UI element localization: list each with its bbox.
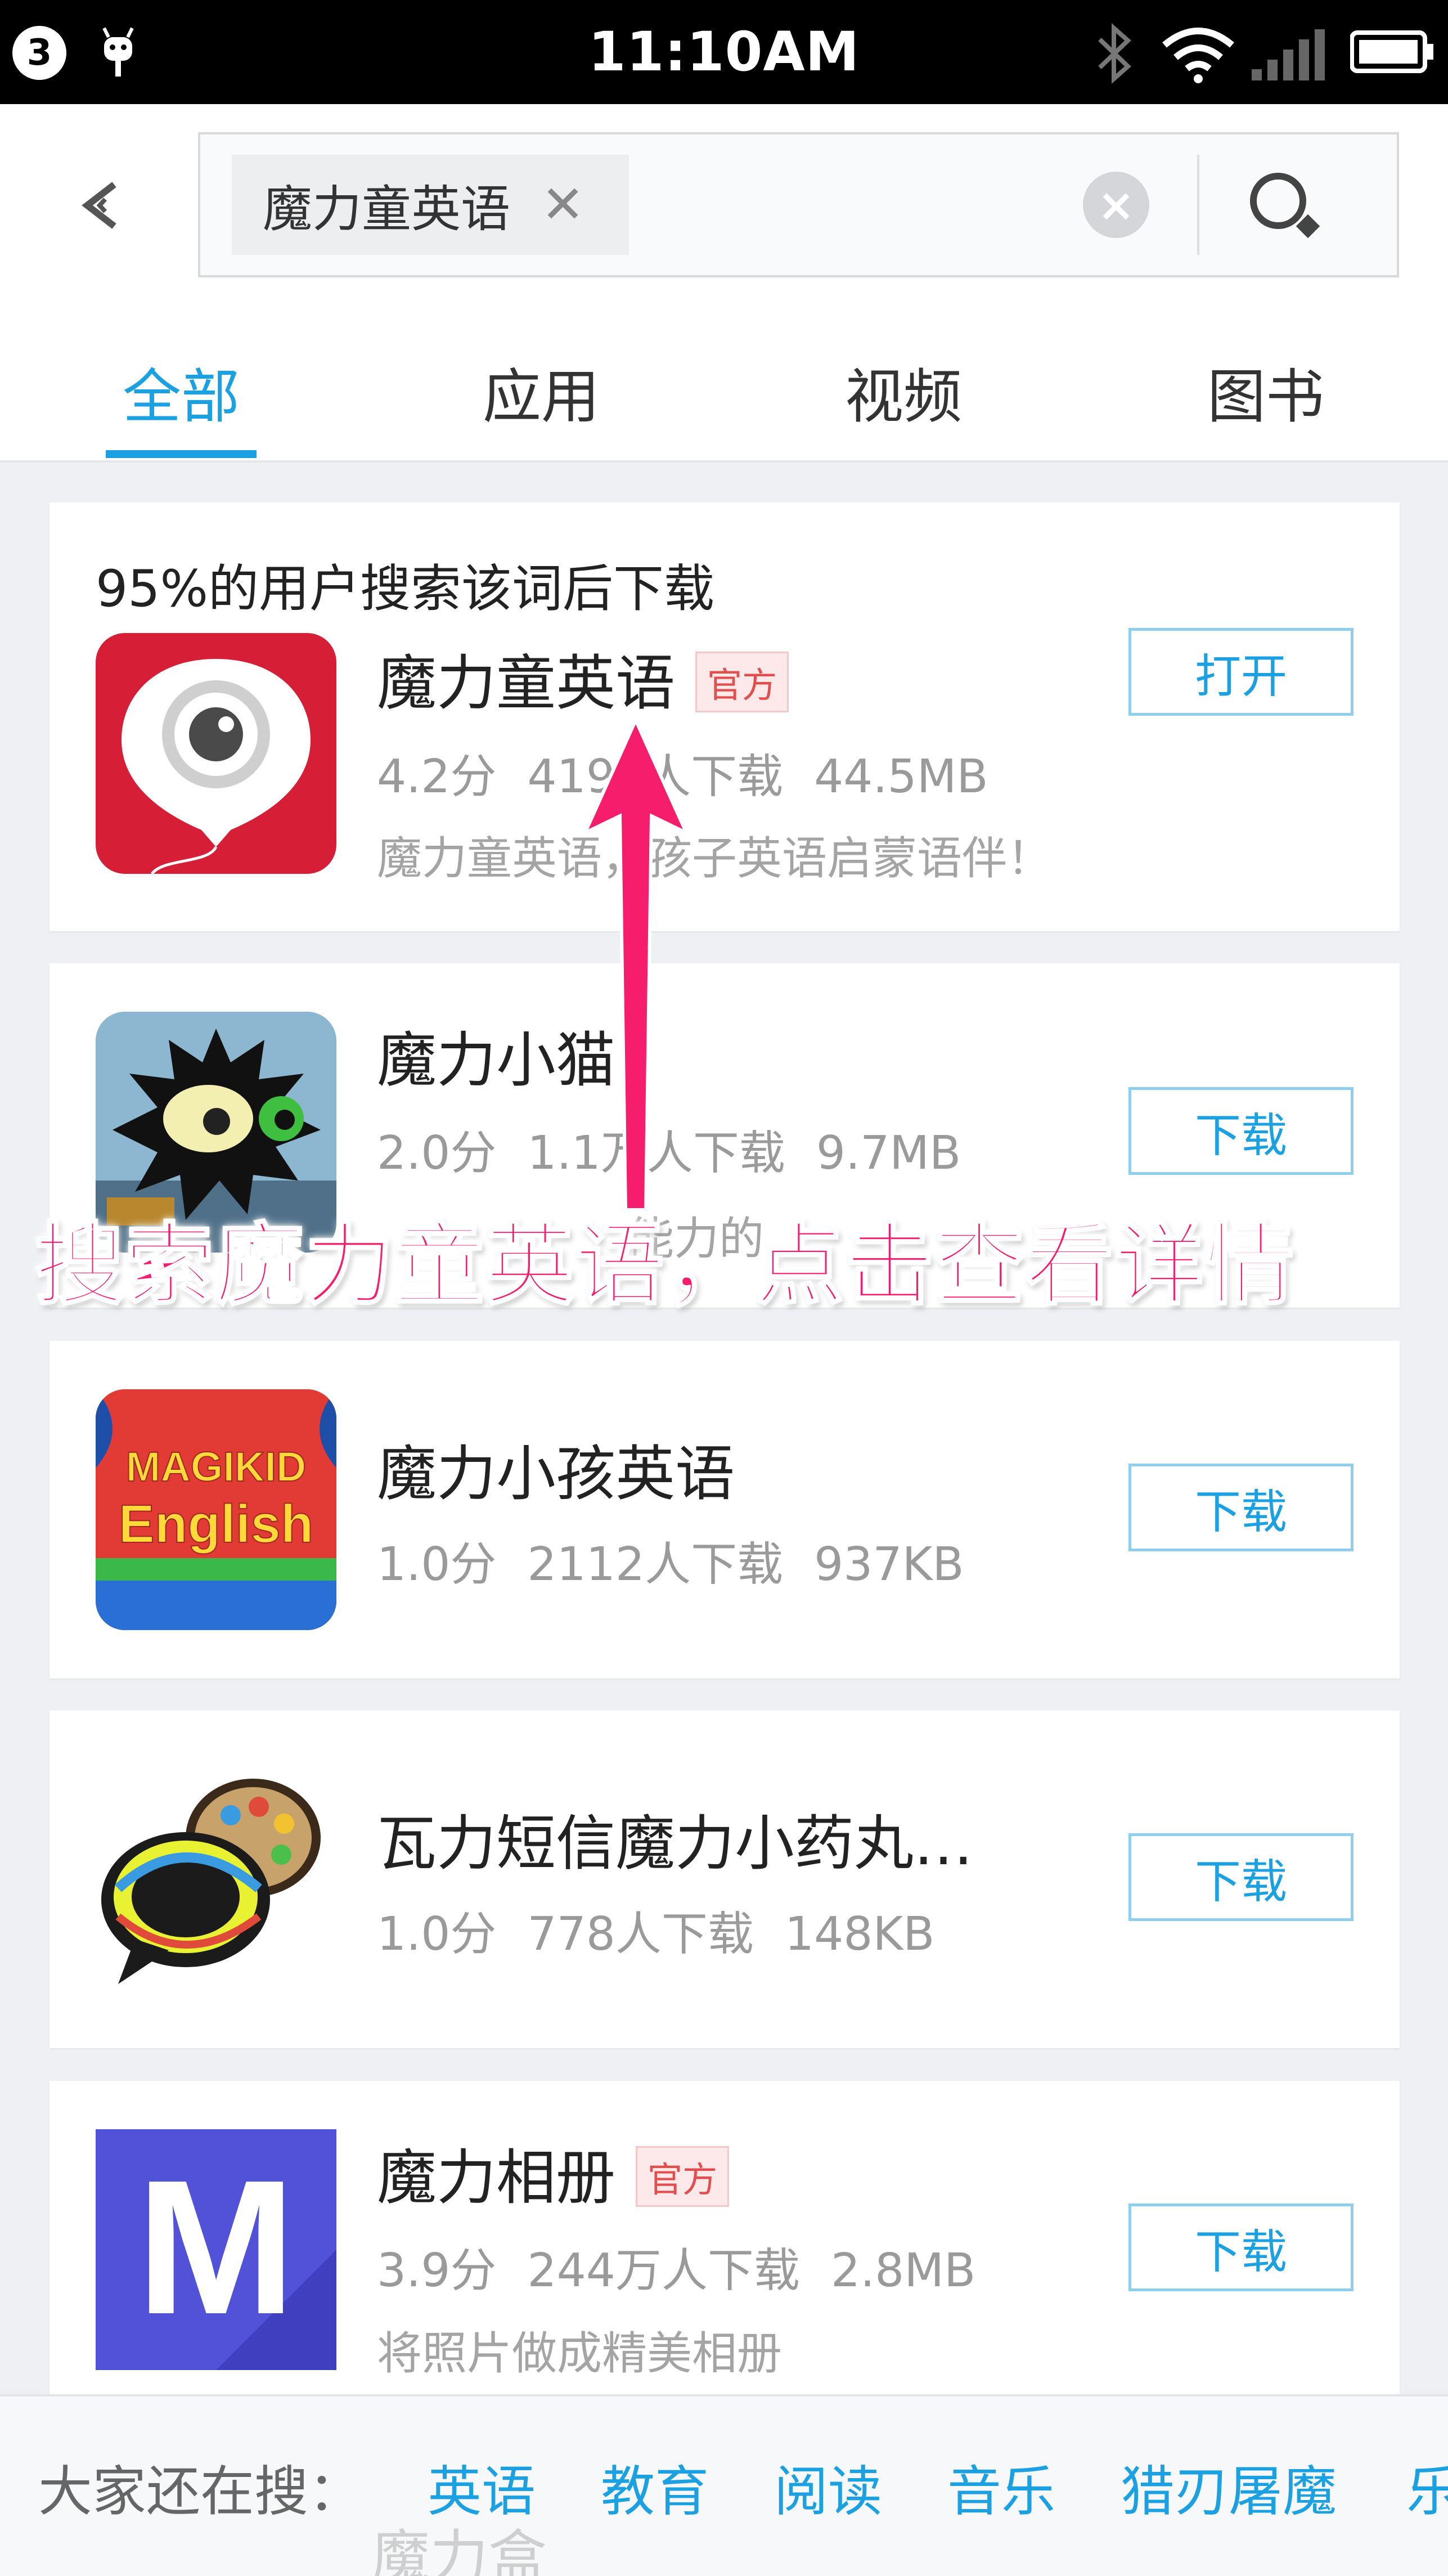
header-divider bbox=[0, 460, 1448, 463]
cell-signal-icon bbox=[1252, 29, 1325, 80]
annotation-arrow-icon bbox=[581, 720, 690, 1211]
category-tabs: 全部 应用 视频 图书 bbox=[0, 321, 1448, 461]
partial-app-name: 魔力盒 bbox=[371, 2523, 547, 2576]
app-name-text: 魔力童英语 bbox=[377, 649, 675, 718]
icon-english-text: English bbox=[118, 1493, 314, 1555]
clear-search-button[interactable]: × bbox=[1083, 172, 1149, 238]
query-chip-text: 魔力童英语 bbox=[263, 179, 511, 238]
chip-remove-icon[interactable]: ✕ bbox=[541, 179, 584, 231]
bluetooth-icon bbox=[1098, 23, 1131, 84]
tab-books[interactable]: 图书 bbox=[1158, 321, 1374, 461]
back-arrow-icon bbox=[82, 182, 116, 229]
app-meta: 4.2分4196人下载44.5MB bbox=[377, 739, 1019, 806]
magikid-english-icon: MAGIKID English bbox=[96, 1389, 336, 1630]
icon-m-letter: M bbox=[136, 2140, 296, 2354]
open-button[interactable]: 打开 bbox=[1128, 628, 1353, 716]
app-card[interactable]: 瓦力短信魔力小药丸… 1.0分 778人下载 148KB 下载 bbox=[50, 1711, 1400, 2048]
tab-all[interactable]: 全部 bbox=[73, 321, 289, 461]
top-result-card[interactable]: 95%的用户搜索该词后下载 魔力童英语官方 4.2分4196人下载44.5MB … bbox=[50, 502, 1400, 931]
app-size: 937KB bbox=[814, 1538, 964, 1591]
related-search-link[interactable]: 乐 bbox=[1406, 2448, 1448, 2526]
app-rating: 4.2分 bbox=[377, 750, 497, 804]
related-searches-label: 大家还在搜： bbox=[38, 2460, 362, 2523]
app-name: 魔力童英语 官方 bbox=[377, 635, 789, 721]
search-icon[interactable] bbox=[1243, 166, 1328, 245]
app-description: 魔力童英语，孩子英语启蒙语伴！ bbox=[377, 832, 1052, 885]
battery-icon bbox=[1350, 30, 1433, 73]
app-name: 瓦力短信魔力小药丸… bbox=[377, 1809, 973, 1878]
tab-apps[interactable]: 应用 bbox=[433, 321, 649, 461]
search-query-chip[interactable]: 魔力童英语 ✕ bbox=[232, 155, 629, 255]
app-downloads: 778人下载 bbox=[527, 1908, 754, 1961]
app-meta: 3.9分 244万人下载 2.8MB bbox=[377, 2233, 1006, 2300]
search-divider bbox=[1197, 155, 1199, 255]
download-button[interactable]: 下载 bbox=[1128, 1087, 1353, 1175]
related-search-link[interactable]: 教育 bbox=[601, 2448, 709, 2526]
app-rating: 2.0分 bbox=[377, 1127, 497, 1180]
app-downloads: 2112人下载 bbox=[527, 1538, 784, 1591]
icon-magikid-text: MAGIKID bbox=[125, 1443, 307, 1491]
app-size: 9.7MB bbox=[816, 1127, 961, 1180]
album-m-icon: M bbox=[96, 2129, 336, 2370]
download-hint: 95%的用户搜索该词后下载 bbox=[96, 559, 715, 618]
official-badge: 官方 bbox=[695, 652, 789, 713]
app-rating: 1.0分 bbox=[377, 1538, 497, 1591]
app-meta: 1.0分 778人下载 148KB bbox=[377, 1896, 965, 1963]
app-downloads: 244万人下载 bbox=[527, 2244, 800, 2297]
app-rating: 3.9分 bbox=[377, 2244, 497, 2297]
app-size: 148KB bbox=[784, 1908, 935, 1961]
chat-bubble-palette-icon bbox=[96, 1759, 336, 2000]
download-button[interactable]: 下载 bbox=[1128, 1833, 1353, 1921]
app-name: 魔力相册 官方 bbox=[377, 2129, 730, 2216]
download-button[interactable]: 下载 bbox=[1128, 1464, 1353, 1551]
app-card[interactable]: M 魔力相册 官方 3.9分 244万人下载 2.8MB 将照片做成精美相册 下载 bbox=[50, 2081, 1400, 2430]
app-size: 2.8MB bbox=[830, 2244, 976, 2297]
app-size: 44.5MB bbox=[814, 750, 988, 804]
wifi-icon bbox=[1162, 28, 1234, 83]
app-rating: 1.0分 bbox=[377, 1908, 497, 1961]
app-card[interactable]: MAGIKID English 魔力小孩英语 1.0分 2112人下载 937KB … bbox=[50, 1341, 1400, 1679]
app-description: 将照片做成精美相册 bbox=[377, 2327, 782, 2380]
download-button[interactable]: 下载 bbox=[1128, 2203, 1353, 2291]
related-search-link[interactable]: 音乐 bbox=[947, 2448, 1055, 2526]
related-search-link[interactable]: 猎刃屠魔 bbox=[1121, 2448, 1337, 2526]
related-search-link[interactable]: 阅读 bbox=[774, 2448, 882, 2526]
app-name: 魔力小孩英语 bbox=[377, 1439, 735, 1509]
back-button[interactable] bbox=[65, 169, 138, 242]
tab-videos[interactable]: 视频 bbox=[795, 321, 1011, 461]
status-bar: 3 11:10AM bbox=[0, 0, 1448, 104]
official-badge: 官方 bbox=[636, 2146, 730, 2207]
clear-x-icon: × bbox=[1097, 178, 1135, 231]
active-tab-indicator bbox=[106, 450, 257, 458]
app-name-text: 魔力相册 bbox=[377, 2143, 615, 2213]
magikid-balloon-icon bbox=[96, 633, 336, 874]
app-meta: 1.0分 2112人下载 937KB bbox=[377, 1527, 995, 1594]
annotation-caption: 搜索魔力童英语，点击查看详情 bbox=[34, 1213, 1295, 1318]
